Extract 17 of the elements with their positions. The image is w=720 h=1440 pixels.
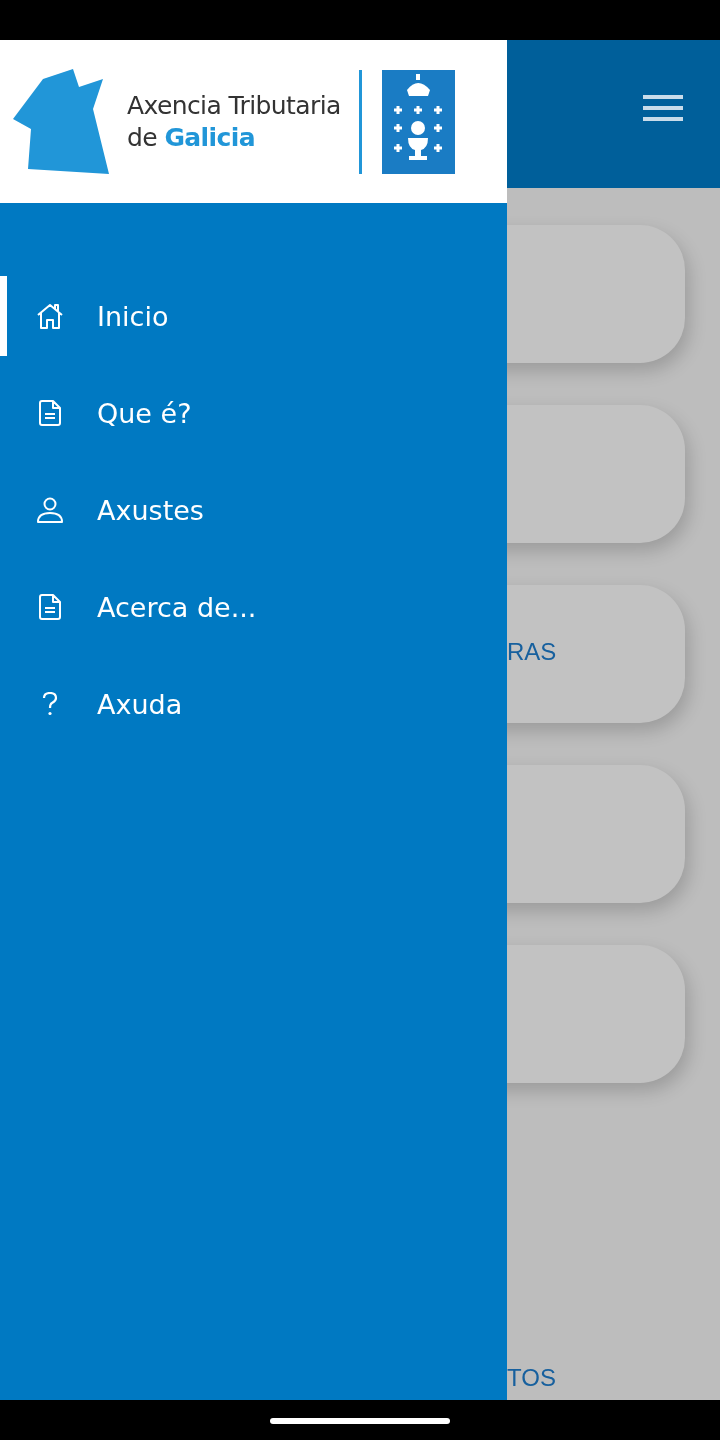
menu-icon[interactable] (643, 95, 683, 121)
person-icon (37, 497, 63, 523)
drawer-menu-item[interactable]: Axuda (0, 664, 507, 744)
drawer-menu-item[interactable]: Acerca de... (0, 567, 507, 647)
footer-label: TOS (507, 1364, 556, 1391)
document-icon (39, 400, 61, 426)
home-icon (35, 302, 65, 330)
home-indicator[interactable] (270, 1417, 450, 1424)
drawer-menu-item[interactable]: Que é? (0, 373, 507, 453)
agency-name: Axencia Tributaria (127, 89, 341, 122)
drawer-menu-item[interactable]: Inicio (0, 276, 507, 356)
agency-logo-icon (13, 68, 109, 175)
help-icon (42, 692, 58, 716)
coat-of-arms-icon (381, 69, 455, 174)
drawer-menu-item[interactable]: Axustes (0, 470, 507, 550)
agency-region: de Galicia (127, 121, 256, 154)
document-icon (39, 594, 61, 620)
